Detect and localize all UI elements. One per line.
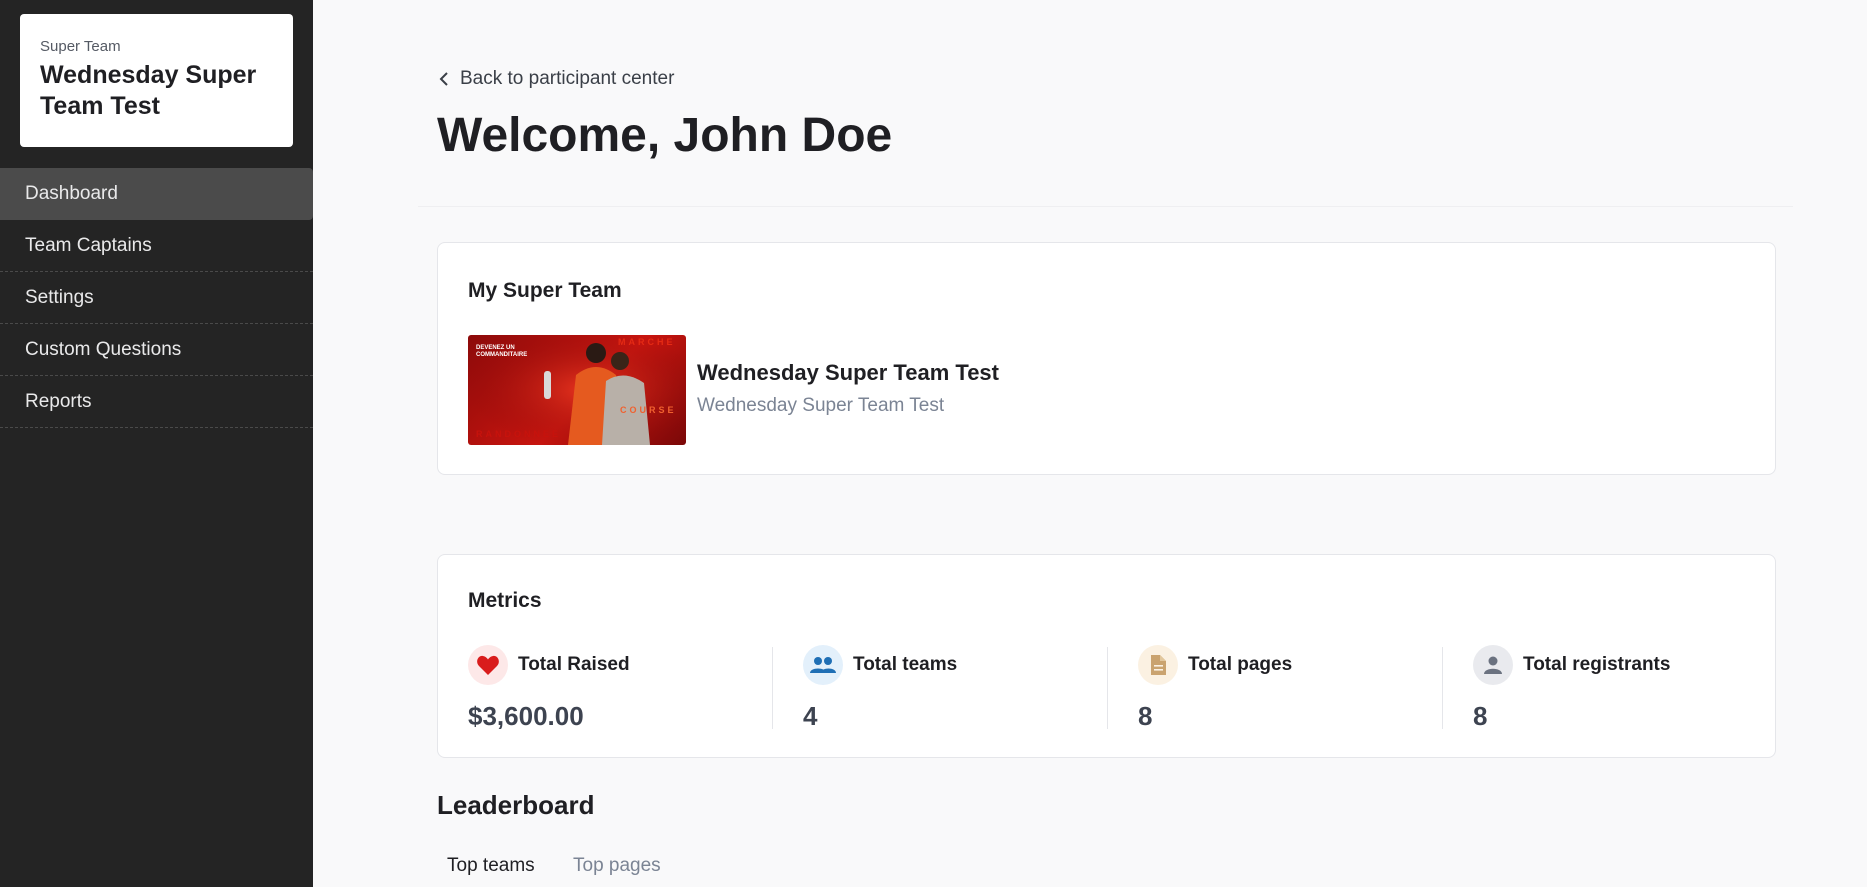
metric-label: Total pages bbox=[1188, 654, 1293, 675]
metric-value: $3,600.00 bbox=[468, 701, 584, 731]
super-team-card: My Super Team DEVENEZ UN COMMANDITAIRE M bbox=[437, 242, 1776, 475]
metric-value: 4 bbox=[803, 701, 818, 731]
sidebar-item-settings[interactable]: Settings bbox=[0, 272, 313, 324]
metric-label: Total Raised bbox=[518, 654, 630, 675]
sidebar-item-custom-questions[interactable]: Custom Questions bbox=[0, 324, 313, 376]
back-link-label: Back to participant center bbox=[460, 68, 675, 89]
sidebar-nav: Dashboard Team Captains Settings Custom … bbox=[0, 168, 313, 428]
sidebar-team-type: Super Team bbox=[40, 38, 121, 55]
header-divider bbox=[418, 206, 1793, 207]
super-team-subtitle: Wednesday Super Team Test bbox=[697, 395, 945, 416]
sidebar: Super Team Wednesday Super Team Test Das… bbox=[0, 0, 313, 887]
metric-divider bbox=[772, 647, 773, 729]
leaderboard-title: Leaderboard bbox=[437, 790, 595, 820]
metric-value: 8 bbox=[1138, 701, 1153, 731]
chevron-left-icon bbox=[439, 72, 448, 86]
sidebar-team-card: Super Team Wednesday Super Team Test bbox=[20, 14, 293, 147]
tab-top-teams[interactable]: Top teams bbox=[447, 855, 535, 877]
metric-divider bbox=[1442, 647, 1443, 729]
team-banner-image[interactable]: DEVENEZ UN COMMANDITAIRE MARCHE COURSE R… bbox=[468, 335, 686, 445]
sidebar-team-name: Wednesday Super Team Test bbox=[40, 61, 257, 120]
tab-top-pages[interactable]: Top pages bbox=[573, 855, 661, 877]
page-title: Welcome, John Doe bbox=[437, 109, 893, 162]
super-team-name[interactable]: Wednesday Super Team Test bbox=[697, 360, 999, 386]
metric-total-registrants: Total registrants 8 bbox=[1473, 645, 1773, 731]
metric-label: Total teams bbox=[853, 654, 958, 675]
metric-value: 8 bbox=[1473, 701, 1488, 731]
sidebar-item-dashboard[interactable]: Dashboard bbox=[0, 168, 313, 220]
banner-text-right: COURSE bbox=[620, 405, 677, 415]
sidebar-item-reports[interactable]: Reports bbox=[0, 376, 313, 428]
heart-icon bbox=[468, 645, 508, 685]
metric-total-raised: Total Raised $3,600.00 bbox=[468, 645, 768, 731]
metric-divider bbox=[1107, 647, 1108, 729]
banner-text-bottom-left: RANDONNEE bbox=[476, 429, 562, 439]
banner-text-top-left: DEVENEZ UN COMMANDITAIRE bbox=[476, 345, 528, 358]
back-link[interactable]: Back to participant center bbox=[438, 68, 674, 90]
metric-label: Total registrants bbox=[1523, 654, 1671, 675]
metric-total-pages: Total pages 8 bbox=[1138, 645, 1438, 731]
banner-text-top-right: MARCHE bbox=[618, 337, 676, 347]
people-icon bbox=[803, 645, 843, 685]
metrics-card: Metrics Total Raised $3,600.00 Total tea… bbox=[437, 554, 1776, 758]
person-icon bbox=[1473, 645, 1513, 685]
metrics-card-title: Metrics bbox=[468, 589, 542, 612]
super-team-card-title: My Super Team bbox=[468, 279, 622, 302]
metric-total-teams: Total teams 4 bbox=[803, 645, 1103, 731]
document-icon bbox=[1138, 645, 1178, 685]
sidebar-item-team-captains[interactable]: Team Captains bbox=[0, 220, 313, 272]
main-content: Back to participant center Welcome, John… bbox=[313, 0, 1867, 887]
